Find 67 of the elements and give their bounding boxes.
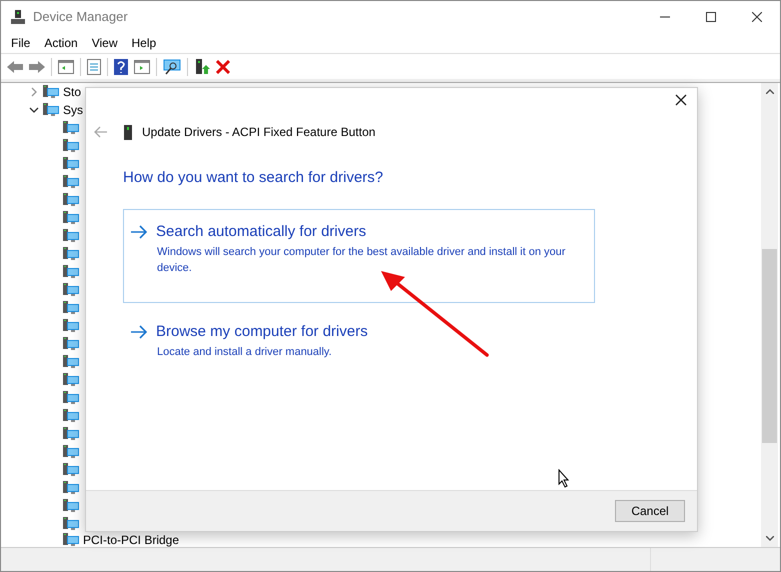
computer-icon [63,517,79,531]
cancel-button[interactable]: Cancel [615,500,685,522]
computer-icon [63,533,79,547]
computer-icon [63,499,79,513]
device-icon [124,124,132,140]
forward-arrow-icon[interactable] [29,60,45,72]
computer-icon [63,481,79,495]
back-arrow-icon[interactable] [94,126,108,138]
option-description: Locate and install a driver manually. [157,345,333,360]
computer-icon [63,175,79,189]
computer-icon [63,283,79,297]
tree-item[interactable]: Sys [63,101,84,119]
option-link[interactable]: Search automatically for drivers Windows will search your computer for the best available driver and install it on your device. [123,208,595,302]
computer-icon [63,355,79,369]
tree-item[interactable]: Sto [63,83,82,101]
option-title: Search automatically for drivers [156,222,366,242]
computer-icon [63,409,79,423]
scrollbar[interactable] [761,83,778,547]
window-title: Device Manager [33,8,128,26]
window-icon[interactable] [58,60,74,74]
computer-icon [63,229,79,243]
uninstall-icon[interactable] [216,60,230,74]
option-title: Browse my computer for drivers [156,322,368,342]
dialog-heading: How do you want to search for drivers? [123,168,384,188]
computer-icon [43,103,59,117]
window-icon[interactable] [134,60,150,74]
monitor-search-icon[interactable] [163,58,181,74]
maximize-icon [706,12,716,22]
scrollbar-thumb[interactable] [762,249,777,443]
help-icon[interactable] [114,58,128,74]
update-driver-icon[interactable] [194,58,210,74]
computer-icon [63,247,79,261]
computer-icon [63,373,79,387]
computer-icon [63,193,79,207]
close-icon [752,12,762,22]
scroll-down-icon[interactable] [766,536,774,541]
computer-icon [63,157,79,171]
computer-icon [63,121,79,135]
computer-icon [63,445,79,459]
computer-icon [63,139,79,153]
mouse-cursor-icon [558,469,572,489]
computer-icon [63,391,79,405]
computer-icon [63,211,79,225]
computer-icon [63,319,79,333]
menu-item[interactable]: Action [38,34,84,52]
computer-icon [63,301,79,315]
menu-item[interactable]: Help [126,34,162,52]
app-icon [11,10,25,24]
tree-item[interactable]: PCI-to-PCI Bridge [83,533,180,547]
expanded-chevron-icon[interactable] [29,105,39,115]
computer-icon [63,427,79,441]
properties-icon[interactable] [87,58,101,74]
option-link[interactable]: Browse my computer for drivers Locate and install a driver manually. [123,308,595,402]
arrow-icon [131,324,148,339]
computer-icon [63,337,79,351]
computer-icon [63,463,79,477]
close-icon[interactable] [675,94,687,106]
arrow-icon [131,224,148,239]
computer-icon [63,265,79,279]
dialog-title: Update Drivers - ACPI Fixed Feature Button [142,124,376,141]
collapsed-chevron-icon[interactable] [29,87,39,97]
scroll-up-icon[interactable] [766,89,774,94]
back-arrow-icon[interactable] [7,60,23,72]
computer-icon [43,85,59,99]
option-description: Windows will search your computer for the best available driver and install it on your device. [157,245,566,276]
menu-item[interactable]: File [5,34,36,52]
menu-item[interactable]: View [86,34,124,52]
